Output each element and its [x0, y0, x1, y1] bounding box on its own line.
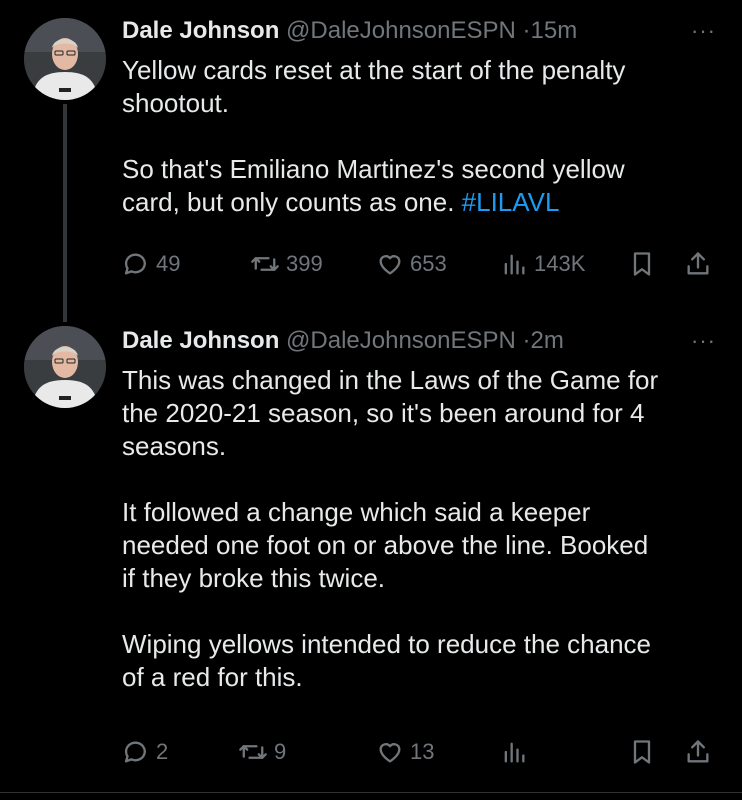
repost-count: 9: [274, 739, 287, 764]
author-name[interactable]: Dale Johnson: [122, 17, 279, 44]
timestamp[interactable]: 15m: [531, 17, 578, 44]
tweet-header: Dale Johnson @DaleJohnsonESPN ·2m: [122, 326, 564, 356]
tweet-actions: 2 9 13: [122, 736, 722, 768]
separator: ·: [522, 17, 531, 44]
bookmark-button[interactable]: [628, 248, 656, 280]
share-icon: [687, 252, 709, 275]
heart-icon: [379, 255, 401, 275]
author-handle[interactable]: @DaleJohnsonESPN: [286, 17, 516, 44]
reply-icon: [124, 741, 146, 763]
views-icon: [504, 742, 525, 763]
reply-count: 49: [156, 251, 181, 276]
repost-icon: [251, 257, 279, 271]
heart-icon: [379, 743, 401, 763]
reply-icon: [124, 253, 146, 275]
thread-connector-line: [63, 104, 67, 322]
bookmark-icon: [633, 252, 651, 276]
bookmark-button[interactable]: [628, 736, 656, 768]
author-handle[interactable]: @DaleJohnsonESPN: [286, 327, 516, 354]
repost-icon: [239, 745, 267, 759]
hashtag-link[interactable]: #LILAVL: [462, 187, 560, 217]
repost-button[interactable]: 9: [238, 736, 286, 768]
avatar[interactable]: [24, 18, 106, 100]
divider: [0, 792, 742, 793]
reply-count: 2: [156, 739, 169, 764]
like-count: 13: [410, 739, 435, 764]
separator: ·: [522, 327, 531, 354]
reply-button[interactable]: 2: [122, 736, 168, 768]
like-count: 653: [410, 251, 447, 276]
tweet-actions: 49 399 653 143K: [122, 248, 722, 280]
like-button[interactable]: 653: [376, 248, 447, 280]
avatar[interactable]: [24, 326, 106, 408]
more-options-button[interactable]: ···: [691, 16, 716, 46]
author-name[interactable]: Dale Johnson: [122, 327, 279, 354]
share-icon: [687, 740, 709, 763]
share-button[interactable]: [684, 736, 712, 768]
view-count: 143K: [534, 251, 586, 276]
reply-button[interactable]: 49: [122, 248, 180, 280]
more-options-button[interactable]: ···: [691, 326, 716, 356]
repost-count: 399: [286, 251, 323, 276]
views-button[interactable]: 143K: [500, 248, 585, 280]
bookmark-icon: [633, 740, 651, 764]
like-button[interactable]: 13: [376, 736, 434, 768]
views-icon: [504, 254, 525, 275]
timestamp[interactable]: 2m: [531, 327, 564, 354]
share-button[interactable]: [684, 248, 712, 280]
tweet-text: This was changed in the Laws of the Game…: [122, 365, 659, 692]
tweet-header: Dale Johnson @DaleJohnsonESPN ·15m: [122, 16, 577, 46]
repost-button[interactable]: 399: [250, 248, 323, 280]
views-button[interactable]: [500, 736, 534, 768]
tweet-text: Yellow cards reset at the start of the p…: [122, 54, 722, 219]
